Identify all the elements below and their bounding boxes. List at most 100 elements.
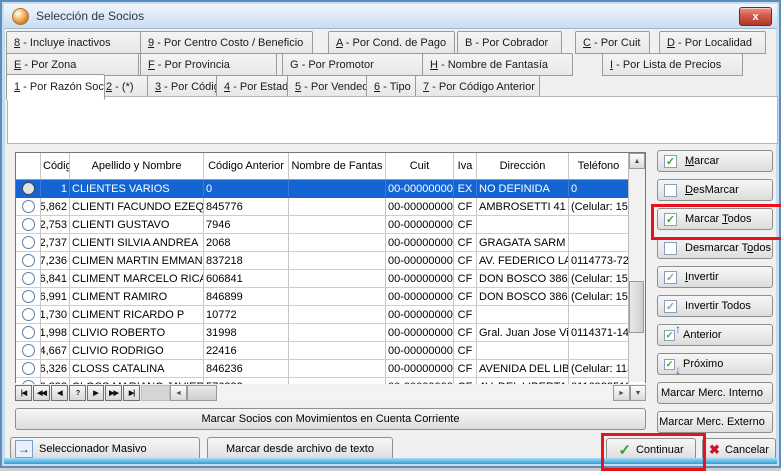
table-row[interactable]: 64,667CLIVIO RODRIGO2241600-00000000-0CF (16, 342, 645, 360)
row-select-cell[interactable] (16, 324, 41, 341)
nav-first-button[interactable]: |◀ (15, 385, 32, 401)
cell-anterior: 2068 (204, 234, 289, 251)
column-header: Apellido y Nombre (70, 153, 204, 179)
cell-apellido: CLIMENT MARCELO RICA (70, 270, 204, 287)
table-row[interactable]: 31,998CLIVIO ROBERTO3199800-00000000-0CF… (16, 324, 645, 342)
nav-next-button[interactable]: ▶ (87, 385, 104, 401)
row-select-cell[interactable] (16, 252, 41, 269)
table-row[interactable]: 72,753CLIENTI GUSTAVO794600-00000000-0CF (16, 216, 645, 234)
cell-codigo: 06,841 (41, 270, 70, 287)
cell-apellido: CLIVIO RODRIGO (70, 342, 204, 359)
cell-apellido: CLOSS CATALINA (70, 360, 204, 377)
desmarcar-todos-button[interactable]: Desmarcar Todos (657, 237, 773, 259)
marcar-merc-interno-button[interactable]: Marcar Merc. Interno (657, 382, 773, 404)
tab-por-cuit[interactable]: C - Por Cuit (575, 31, 650, 54)
tab-incluye-inactivos[interactable]: 8 - Incluye inactivos (6, 31, 145, 54)
cell-cuit: 00-00000000-0 (386, 216, 454, 233)
cell-apellido: CLIENTES VARIOS (70, 180, 204, 197)
nav-fast-prev-button[interactable]: ◀◀ (33, 385, 50, 401)
table-row[interactable]: 46,326CLOSS CATALINA84623600-00000000-0C… (16, 360, 645, 378)
annotation-box-marcar-todos (651, 204, 781, 240)
tab-por-centro-costo[interactable]: 9 - Por Centro Costo / Beneficio (140, 31, 313, 54)
tab-por-provincia[interactable]: F - Por Provincia (140, 53, 277, 76)
marcar-movimientos-button[interactable]: Marcar Socios con Movimientos en Cuenta … (15, 408, 646, 430)
cell-iva: CF (454, 324, 477, 341)
cell-fantasia (289, 288, 386, 305)
tab-por-cond-pago[interactable]: A - Por Cond. de Pago (328, 31, 455, 54)
cell-apellido: CLIENTI FACUNDO EZEQU (70, 198, 204, 215)
cell-codigo: 51,730 (41, 306, 70, 323)
cell-anterior: 846236 (204, 360, 289, 377)
tab-page-area (7, 96, 778, 144)
cell-telefono: (Celular: 156 (569, 270, 629, 287)
marcar-button[interactable]: ✓ Marcar (657, 150, 773, 172)
cell-cuit: 00-00000000-0 (386, 198, 454, 215)
close-icon[interactable]: x (739, 7, 772, 26)
cell-fantasia (289, 252, 386, 269)
invertir-todos-button[interactable]: ✓ Invertir Todos (657, 295, 773, 317)
row-select-cell[interactable] (16, 306, 41, 323)
nav-help-button[interactable]: ? (69, 385, 86, 401)
cell-iva: CF (454, 360, 477, 377)
scroll-left-icon[interactable]: ◄ (170, 385, 187, 401)
horizontal-scrollbar[interactable]: ◄ ► (170, 385, 630, 401)
column-header: Nombre de Fantas (289, 153, 386, 179)
cell-direccion (477, 306, 569, 323)
scroll-up-icon[interactable]: ▲ (629, 153, 645, 169)
row-select-cell[interactable] (16, 270, 41, 287)
row-select-cell[interactable] (16, 288, 41, 305)
scroll-right-icon[interactable]: ► (613, 385, 630, 401)
table-row[interactable]: 46,991CLIMENT RAMIRO84689900-00000000-0C… (16, 288, 645, 306)
checkboxes-empty-stack-icon (664, 242, 677, 255)
tab-por-codigo-anterior[interactable]: 7 - Por Código Anterior (415, 75, 540, 98)
proximo-button[interactable]: ✓↓ Próximo (657, 353, 773, 375)
desmarcar-button[interactable]: DesMarcar (657, 179, 773, 201)
table-row[interactable]: 51,730CLIMENT RICARDO P1077200-00000000-… (16, 306, 645, 324)
vertical-scroll-thumb[interactable] (629, 281, 644, 333)
cell-fantasia (289, 306, 386, 323)
tab-por-cobrador[interactable]: B - Por Cobrador (457, 31, 562, 54)
cell-fantasia (289, 198, 386, 215)
horizontal-scroll-thumb[interactable] (187, 385, 217, 401)
tab-por-vendedor[interactable]: 5 - Por Vendedor (287, 75, 374, 98)
table-row[interactable]: 45,862CLIENTI FACUNDO EZEQU84577600-0000… (16, 198, 645, 216)
tab-por-localidad[interactable]: D - Por Localidad (659, 31, 766, 54)
invertir-button[interactable]: ✓ Invertir (657, 266, 773, 288)
row-select-cell[interactable] (16, 180, 41, 197)
tab-por-estado[interactable]: 4 - Por Estado (216, 75, 295, 98)
anterior-button[interactable]: ✓↑ Anterior (657, 324, 773, 346)
cell-iva: CF (454, 252, 477, 269)
tab-por-razon-social[interactable]: 1 - Por Razón Social (6, 74, 105, 100)
tab-por-lista-precios[interactable]: I - Por Lista de Precios (602, 53, 743, 76)
nav-fast-next-button[interactable]: ▶▶ (105, 385, 122, 401)
tab-nombre-fantasia[interactable]: H - Nombre de Fantasía (422, 53, 573, 76)
cell-iva: CF (454, 306, 477, 323)
cell-cuit: 00-00000000-0 (386, 324, 454, 341)
cell-anterior: 22416 (204, 342, 289, 359)
cell-direccion: DON BOSCO 386 (477, 288, 569, 305)
radio-icon (22, 326, 35, 339)
row-select-cell[interactable] (16, 198, 41, 215)
table-row[interactable]: 1CLIENTES VARIOS000-00000000-0EXNO DEFIN… (16, 180, 645, 198)
vertical-scrollbar[interactable]: ▲ (628, 153, 645, 382)
column-header: Iva (454, 153, 477, 179)
scroll-down-icon[interactable]: ▼ (630, 385, 646, 401)
table-row[interactable]: 37,236CLIMEN MARTIN EMMANU83721800-00000… (16, 252, 645, 270)
marcar-merc-externo-button[interactable]: Marcar Merc. Externo (657, 411, 773, 433)
cell-codigo: 1 (41, 180, 70, 197)
nav-prev-button[interactable]: ◀ (51, 385, 68, 401)
radio-icon (22, 362, 35, 375)
row-select-cell[interactable] (16, 234, 41, 251)
tab-por-zona[interactable]: E - Por Zona (6, 53, 139, 76)
table-row[interactable]: 62,737CLIENTI SILVIA ANDREA206800-000000… (16, 234, 645, 252)
table-row[interactable]: 06,841CLIMENT MARCELO RICA60684100-00000… (16, 270, 645, 288)
tab-por-promotor[interactable]: G - Por Promotor (282, 53, 429, 76)
tab-por-codigo[interactable]: 3 - Por Código (147, 75, 225, 98)
nav-last-button[interactable]: ▶| (123, 385, 140, 401)
cell-fantasia (289, 234, 386, 251)
cell-codigo: 45,862 (41, 198, 70, 215)
cell-anterior: 7946 (204, 216, 289, 233)
row-select-cell[interactable] (16, 360, 41, 377)
row-select-cell[interactable] (16, 216, 41, 233)
row-select-cell[interactable] (16, 342, 41, 359)
